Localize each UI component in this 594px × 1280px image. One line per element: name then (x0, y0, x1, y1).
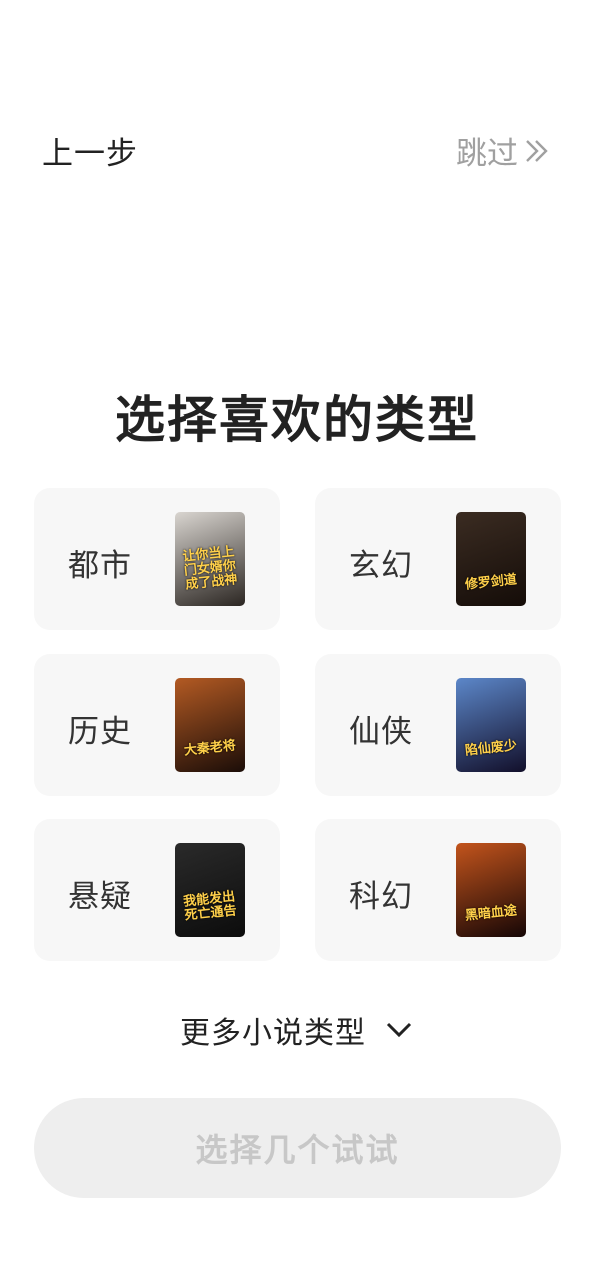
try-some-button[interactable]: 选择几个试试 (34, 1098, 561, 1198)
cover-title: 修罗剑道 (464, 572, 518, 593)
cover-title: 黑暗血途 (464, 903, 518, 924)
page-title: 选择喜欢的类型 (115, 391, 479, 449)
book-cover-image: 黑暗血途 (456, 843, 526, 937)
book-cover-image: 我能发出死亡通告 (175, 843, 245, 937)
chevron-down-icon (386, 1022, 412, 1038)
cover-title: 大秦老将 (183, 738, 237, 759)
genre-card-xuanhuan[interactable]: 玄幻 修罗剑道 (315, 488, 561, 630)
genre-card-dushi[interactable]: 都市 让你当上门女婿你成了战神 (34, 488, 280, 630)
skip-button[interactable]: 跳过 (456, 128, 552, 173)
cover-title: 我能发出死亡通告 (182, 889, 238, 924)
book-cover-image: 修罗剑道 (456, 512, 526, 606)
book-cover-image: 陷仙废少 (456, 678, 526, 772)
genre-label: 都市 (68, 548, 132, 584)
genre-label: 悬疑 (68, 879, 132, 915)
genre-label: 仙侠 (349, 714, 413, 750)
genre-card-kehuan[interactable]: 科幻 黑暗血途 (315, 819, 561, 961)
genre-card-xuanyi[interactable]: 悬疑 我能发出死亡通告 (34, 819, 280, 961)
back-button[interactable]: 上一步 (42, 128, 138, 173)
genre-card-lishi[interactable]: 历史 大秦老将 (34, 654, 280, 796)
cover-title: 让你当上门女婿你成了战神 (181, 544, 239, 593)
genre-label: 玄幻 (349, 548, 413, 584)
skip-label: 跳过 (456, 136, 518, 172)
more-genres-label: 更多小说类型 (180, 1016, 366, 1051)
genre-card-xianxia[interactable]: 仙侠 陷仙废少 (315, 654, 561, 796)
more-genres-toggle[interactable]: 更多小说类型 (0, 1008, 594, 1052)
cover-title: 陷仙废少 (464, 738, 518, 759)
double-chevron-right-icon (526, 139, 548, 162)
genre-label: 科幻 (349, 879, 413, 915)
top-bar: 上一步 跳过 (0, 118, 594, 178)
genre-label: 历史 (68, 714, 132, 750)
book-cover-image: 让你当上门女婿你成了战神 (175, 512, 245, 606)
book-cover-image: 大秦老将 (175, 678, 245, 772)
